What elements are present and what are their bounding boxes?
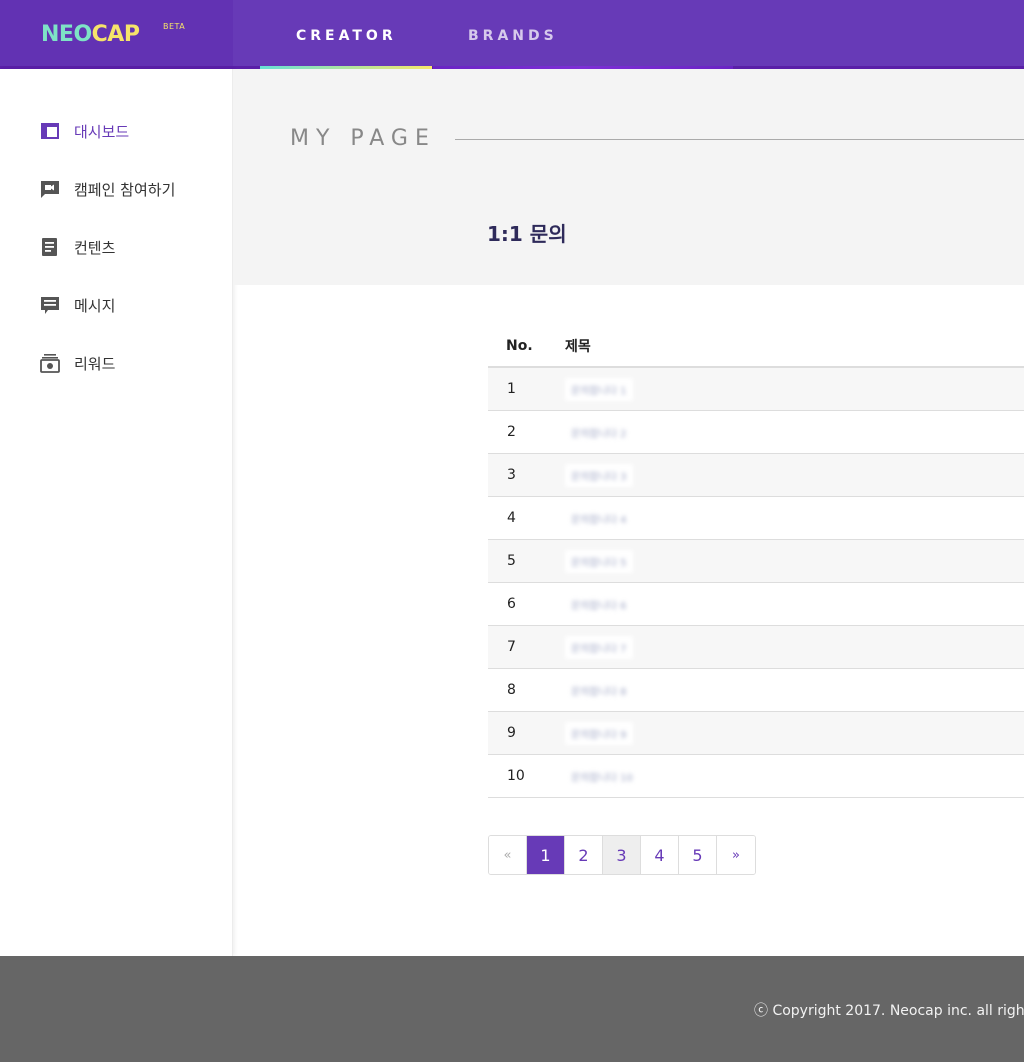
sidebar-item-contents[interactable]: 컨텐츠 (40, 236, 115, 258)
row-title-cell[interactable]: 문의합니다 5 (565, 549, 1024, 573)
logo-main-text: NEO (41, 22, 92, 47)
column-header-title: 제목 (565, 339, 591, 355)
sidebar-item-reward[interactable]: 리워드 (40, 352, 115, 374)
section-title: 1:1 문의 (487, 222, 567, 246)
sidebar-item-campaign[interactable]: 캠페인 참여하기 (40, 178, 175, 200)
row-number: 5 (507, 553, 516, 569)
footer: ⓒ Copyright 2017. Neocap inc. all righ (0, 956, 1024, 1062)
message-icon (40, 295, 60, 315)
neocap-logo[interactable]: NEOCAP (41, 22, 140, 48)
column-header-no: No. (506, 338, 533, 354)
row-title-cell[interactable]: 문의합니다 9 (565, 721, 1024, 745)
table-row[interactable]: 6 문의합니다 6 (488, 583, 1024, 626)
reward-icon (40, 353, 60, 373)
sidebar-item-dashboard[interactable]: 대시보드 (40, 120, 129, 142)
inquiry-table: No. 제목 1 문의합니다 1 2 문의합니다 2 3 문의합니다 3 4 문의합니다 4 5… (488, 326, 1024, 798)
tab-brands[interactable]: BRANDS (468, 28, 558, 44)
row-title-cell[interactable]: 문의합니다 3 (565, 463, 1024, 487)
page-button-2[interactable]: 2 (565, 836, 603, 874)
table-row[interactable]: 5 문의합니다 5 (488, 540, 1024, 583)
table-row[interactable]: 10 문의합니다 10 (488, 755, 1024, 798)
page-button-5[interactable]: 5 (679, 836, 717, 874)
table-row[interactable]: 3 문의합니다 3 (488, 454, 1024, 497)
table-header: No. 제목 (488, 326, 1024, 368)
sidebar-item-message[interactable]: 메시지 (40, 294, 115, 316)
row-number: 10 (507, 768, 525, 784)
row-title-cell[interactable]: 문의합니다 8 (565, 679, 1024, 702)
video-chat-icon (40, 179, 60, 199)
row-number: 4 (507, 510, 516, 526)
sidebar-item-label: 캠페인 참여하기 (74, 180, 176, 199)
page-header-band (233, 69, 1024, 285)
page-button-1[interactable]: 1 (527, 836, 565, 874)
beta-badge: BETA (163, 22, 186, 31)
row-title-cell[interactable]: 문의합니다 2 (565, 421, 1024, 444)
table-row[interactable]: 2 문의합니다 2 (488, 411, 1024, 454)
next-page-button[interactable]: » (717, 836, 755, 874)
row-title[interactable]: 문의합니다 10 (565, 765, 639, 788)
sidebar-item-label: 대시보드 (74, 122, 130, 141)
row-title-cell[interactable]: 문의합니다 7 (565, 635, 1024, 659)
page-title: MY PAGE (290, 126, 436, 151)
row-number: 9 (507, 725, 516, 741)
row-number: 2 (507, 424, 516, 440)
table-row[interactable]: 9 문의합니다 9 (488, 712, 1024, 755)
row-number: 3 (507, 467, 516, 483)
row-title[interactable]: 문의합니다 9 (565, 721, 633, 745)
copyright-text: ⓒ Copyright 2017. Neocap inc. all righ (754, 1003, 1024, 1019)
table-row[interactable]: 4 문의합니다 4 (488, 497, 1024, 540)
table-row[interactable]: 7 문의합니다 7 (488, 626, 1024, 669)
row-title[interactable]: 문의합니다 3 (565, 463, 633, 487)
row-title-cell[interactable]: 문의합니다 6 (565, 593, 1024, 616)
pagination: « 1 2 3 4 5 » (488, 835, 756, 875)
row-title-cell[interactable]: 문의합니다 1 (565, 377, 1024, 401)
row-number: 8 (507, 682, 516, 698)
sidebar-item-label: 컨텐츠 (74, 238, 116, 257)
row-title[interactable]: 문의합니다 6 (565, 593, 633, 616)
row-number: 1 (507, 381, 516, 397)
dashboard-icon (40, 121, 60, 141)
table-row[interactable]: 8 문의합니다 8 (488, 669, 1024, 712)
table-row[interactable]: 1 문의합니다 1 (488, 368, 1024, 411)
row-title[interactable]: 문의합니다 5 (565, 549, 633, 573)
row-title[interactable]: 문의합니다 1 (565, 377, 633, 401)
page-button-3[interactable]: 3 (603, 836, 641, 874)
row-number: 6 (507, 596, 516, 612)
top-header: NEOCAP BETA CREATOR BRANDS (0, 0, 1024, 69)
tab-creator[interactable]: CREATOR (296, 28, 397, 44)
logo-cap-text: CAP (91, 22, 140, 47)
row-number: 7 (507, 639, 516, 655)
row-title[interactable]: 문의합니다 7 (565, 635, 633, 659)
sidebar-item-label: 메시지 (74, 296, 116, 315)
row-title[interactable]: 문의합니다 2 (565, 421, 633, 444)
row-title-cell[interactable]: 문의합니다 4 (565, 507, 1024, 530)
sidebar: 대시보드 캠페인 참여하기 컨텐츠 메시지 리워드 (0, 69, 233, 956)
prev-page-button[interactable]: « (489, 836, 527, 874)
sidebar-item-label: 리워드 (74, 354, 116, 373)
row-title-cell[interactable]: 문의합니다 10 (565, 765, 1024, 788)
page-title-divider (455, 139, 1024, 140)
page-button-4[interactable]: 4 (641, 836, 679, 874)
document-icon (40, 237, 60, 257)
row-title[interactable]: 문의합니다 8 (565, 679, 633, 702)
row-title[interactable]: 문의합니다 4 (565, 507, 633, 530)
